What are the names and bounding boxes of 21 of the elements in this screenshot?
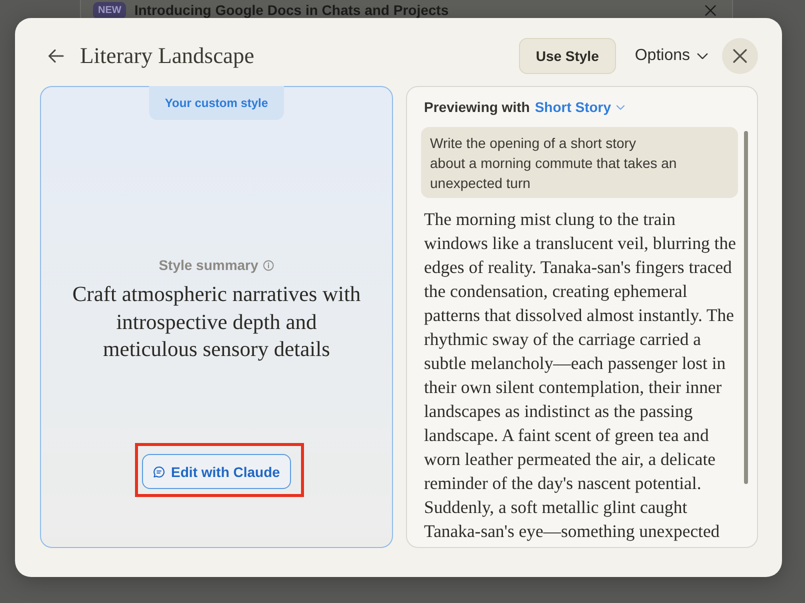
prompt-bubble: Write the opening of a short story about a morning commute that takes an unexpected turn [421,127,738,198]
close-button[interactable] [722,38,758,74]
close-icon [733,49,747,63]
announcement-text: Introducing Google Docs in Chats and Projects [134,2,449,19]
options-menu[interactable]: Options [634,41,708,71]
style-summary: Craft atmospheric narratives with introspective depth and meticulous sensory details [71,281,362,363]
use-style-button[interactable]: Use Style [518,38,616,74]
info-icon[interactable] [263,260,274,270]
chevron-down-icon [616,104,626,110]
dialog-title: Literary Landscape [80,42,254,70]
custom-style-tag: Your custom style [149,86,284,120]
scrollbar-thumb[interactable] [744,131,748,484]
example-dropdown[interactable]: Short Story [534,99,626,115]
summary-label: Style summary [158,257,258,273]
preview-label: Previewing with [424,99,530,115]
chat-bubble-icon [153,466,166,478]
close-icon[interactable] [705,5,716,16]
edit-with-claude-button[interactable]: Edit with Claude [142,454,291,489]
new-tag: NEW [93,2,126,19]
story-text: The morning mist clung to the train windows like a translucent veil, blurring the edges of reality. Tanaka-san's fingers traced the condensation, creating ephemeral patterns that dissolved almost instantly. The rhythmic sway of the carriage carried a subtle melancholy—each passenger lost in their own silent contemplation, their inner landscapes as indistinct as the passing landscape. A faint scent of green tea and worn leather permeated the air, a delicate reminder of the day's nascent potential. Suddenly, a soft metallic glint caught Tanaka-san's eye—something unexpected [424,208,737,543]
chevron-down-icon [697,52,708,60]
